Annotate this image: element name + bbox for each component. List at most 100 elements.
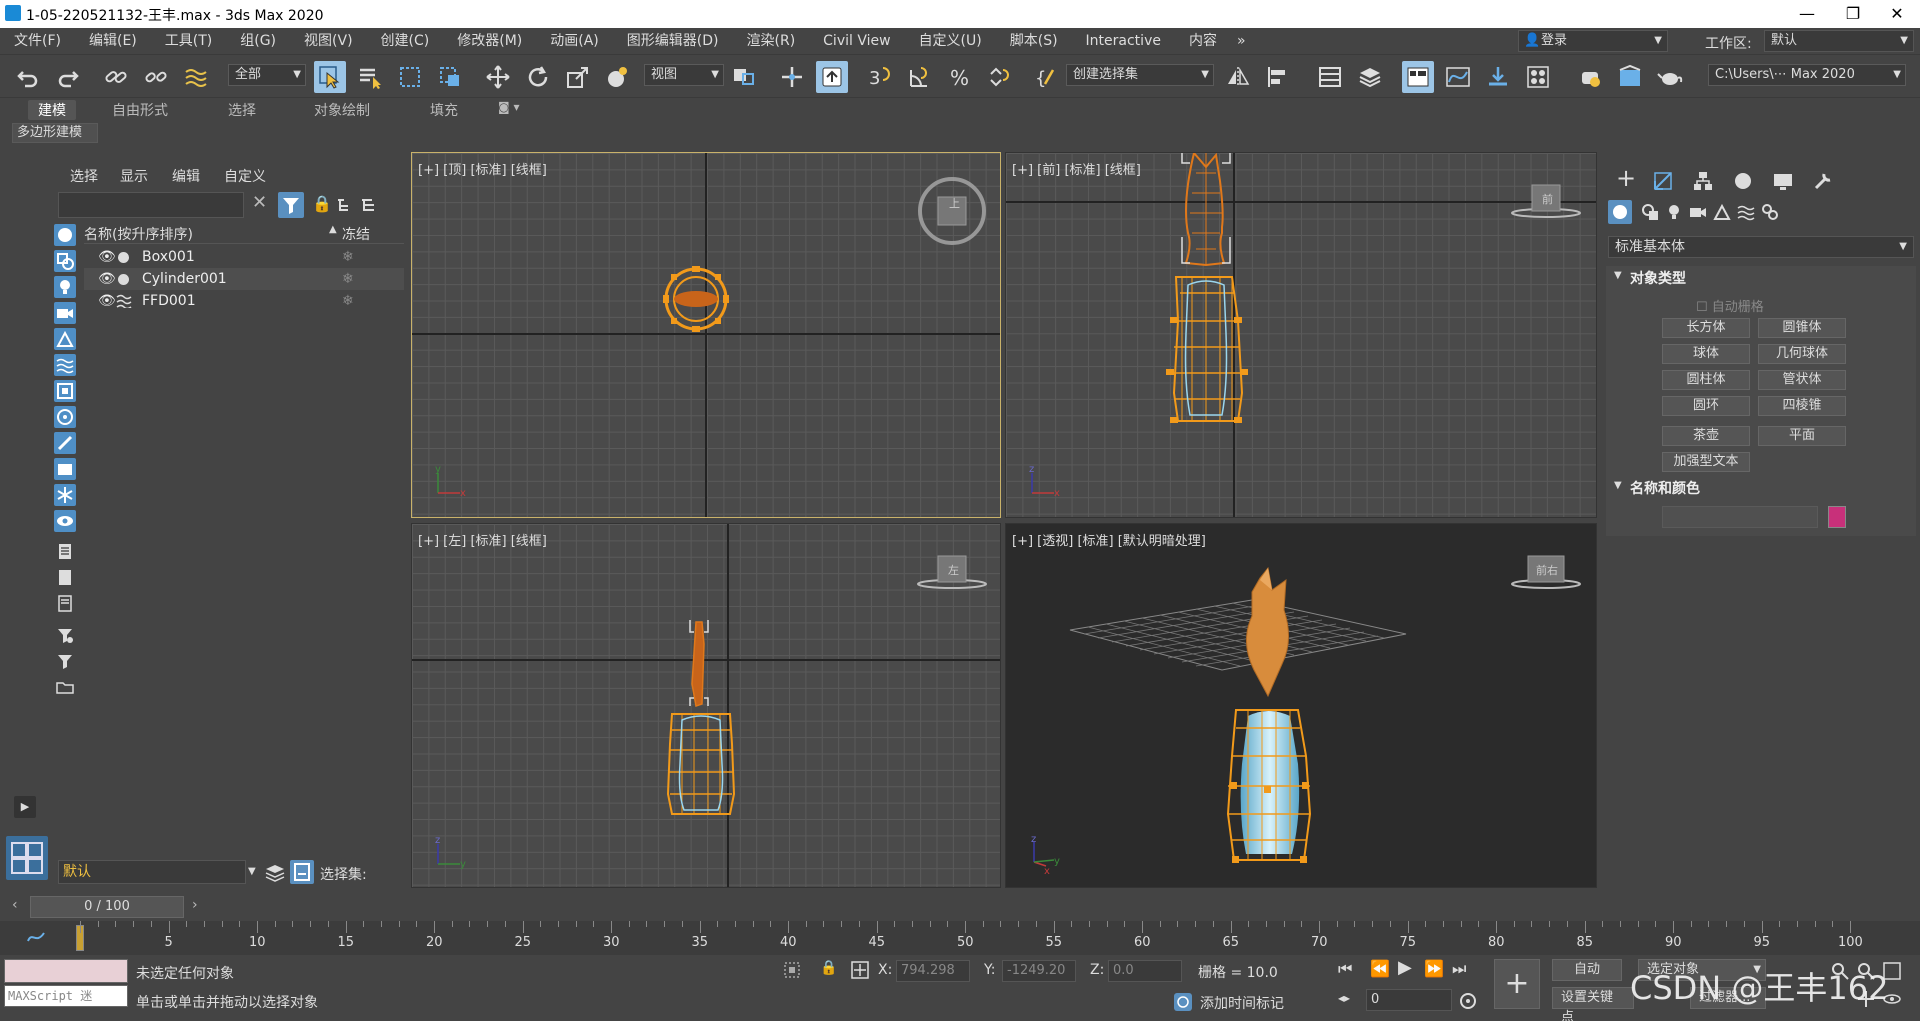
scene-explorer-toggle[interactable]: [1314, 61, 1346, 93]
helpers-category-icon[interactable]: [1712, 202, 1732, 222]
freeze-column-header[interactable]: 冻结: [342, 224, 370, 244]
lights-category-icon[interactable]: [1664, 202, 1684, 222]
object-category-dropdown[interactable]: 标准基本体 ▼: [1608, 236, 1914, 258]
filter-combo-button[interactable]: [54, 624, 76, 646]
layer-dropdown[interactable]: 默认: [58, 860, 246, 884]
tab-object-paint[interactable]: 对象绘制: [314, 100, 370, 120]
project-path-dropdown[interactable]: C:\Users\⋯ Max 2020 ▼: [1708, 64, 1906, 86]
name-column-header[interactable]: 名称(按升序排序): [84, 224, 193, 244]
render-setup-button[interactable]: [1574, 61, 1606, 93]
systems-category-icon[interactable]: [1760, 202, 1780, 222]
set-key-button[interactable]: 设置关键点: [1552, 987, 1634, 1021]
menu-animation[interactable]: 动画(A): [536, 28, 613, 54]
create-textplus-button[interactable]: 加强型文本: [1662, 452, 1750, 472]
create-teapot-button[interactable]: 茶壶: [1662, 426, 1750, 446]
display-helpers-button[interactable]: [54, 328, 76, 350]
explorer-row[interactable]: 👁 Cylinder001 ❄: [84, 268, 404, 290]
hierarchy-icon[interactable]: [336, 198, 352, 214]
next-frame-icon[interactable]: ›: [192, 897, 198, 913]
angle-snap-toggle[interactable]: [904, 61, 936, 93]
viewcube-face-label[interactable]: 前: [1542, 191, 1553, 207]
viewcube-face-label[interactable]: 左: [948, 562, 959, 578]
workspace-dropdown[interactable]: 默认 ▼: [1764, 30, 1914, 52]
close-button[interactable]: ✕: [1874, 0, 1920, 28]
selection-set-button[interactable]: [290, 860, 314, 884]
next-key-icon[interactable]: ⏩: [1424, 959, 1444, 978]
invert-display-button[interactable]: [54, 592, 76, 614]
maxscript-input[interactable]: MAXScript 迷: [4, 985, 128, 1007]
display-containers-button[interactable]: [54, 458, 76, 480]
display-geometry-button[interactable]: [54, 224, 76, 246]
folder-button[interactable]: [54, 676, 76, 698]
auto-key-button[interactable]: 自动: [1552, 959, 1622, 981]
eye-icon[interactable]: 👁: [98, 268, 116, 290]
place-button[interactable]: [602, 61, 634, 93]
z-coord-input[interactable]: 0.0: [1108, 960, 1182, 982]
ribbon-options-icon[interactable]: ◙ ▾: [498, 100, 519, 114]
select-by-name-button[interactable]: [354, 61, 386, 93]
minimize-button[interactable]: —: [1784, 0, 1830, 28]
create-tab-icon[interactable]: +: [1616, 164, 1636, 192]
object-type-title[interactable]: 对象类型: [1630, 268, 1686, 288]
explorer-row[interactable]: 👁 Box001 ❄: [84, 246, 404, 268]
chevron-down-icon[interactable]: ▼: [248, 866, 256, 877]
menu-rendering[interactable]: 渲染(R): [733, 28, 810, 54]
undo-button[interactable]: [12, 61, 44, 93]
snowflake-icon[interactable]: ❄: [342, 290, 354, 312]
render-production-button[interactable]: [1654, 61, 1686, 93]
play-icon[interactable]: ▶: [1398, 957, 1412, 978]
bind-space-warp-button[interactable]: [180, 61, 212, 93]
menu-overflow[interactable]: »: [1231, 28, 1252, 54]
object-color-swatch[interactable]: [1828, 506, 1846, 528]
create-sphere-button[interactable]: 球体: [1662, 344, 1750, 364]
menu-file[interactable]: 文件(F): [0, 28, 75, 54]
eye-icon[interactable]: 👁: [98, 246, 116, 268]
shapes-category-icon[interactable]: [1640, 202, 1660, 222]
menu-graph-editors[interactable]: 图形编辑器(D): [613, 28, 733, 54]
cameras-category-icon[interactable]: [1688, 202, 1708, 222]
key-mode-toggle-icon[interactable]: ◂▸: [1338, 991, 1350, 1005]
reference-coord-dropdown[interactable]: 视图 ▼: [644, 64, 724, 86]
tab-selection[interactable]: 选择: [228, 100, 256, 120]
viewport-front[interactable]: [+] [前] [标准] [线框] 前 zx: [1005, 152, 1597, 518]
x-coord-input[interactable]: 794.298: [896, 960, 970, 982]
time-tag-icon[interactable]: [1172, 991, 1194, 1013]
time-config-icon[interactable]: [1458, 991, 1478, 1011]
create-tube-button[interactable]: 管状体: [1758, 370, 1846, 390]
viewcube-face-label[interactable]: 前右: [1536, 562, 1558, 578]
toggle-ribbon-button[interactable]: [1402, 61, 1434, 93]
viewcube-face-label[interactable]: 上: [949, 195, 960, 211]
layer-explorer-button[interactable]: [1354, 61, 1386, 93]
move-button[interactable]: [482, 61, 514, 93]
set-key-big-button[interactable]: +: [1494, 959, 1540, 1009]
explorer-menu-customize[interactable]: 自定义: [224, 166, 266, 186]
rotate-button[interactable]: [522, 61, 554, 93]
display-lights-button[interactable]: [54, 276, 76, 298]
create-geosphere-button[interactable]: 几何球体: [1758, 344, 1846, 364]
prev-key-icon[interactable]: ⏪: [1370, 959, 1390, 978]
eye-icon[interactable]: 👁: [98, 290, 116, 312]
menu-content[interactable]: 内容: [1175, 28, 1231, 54]
display-bones-button[interactable]: [54, 432, 76, 454]
time-slider-thumb[interactable]: 0 / 100: [30, 896, 184, 918]
menu-customize[interactable]: 自定义(U): [905, 28, 996, 54]
collapse-arrow-icon[interactable]: ▼: [1614, 480, 1622, 491]
display-cameras-button[interactable]: [54, 302, 76, 324]
viewcube-compass[interactable]: [912, 171, 992, 251]
geometry-category-button[interactable]: [1608, 200, 1632, 224]
align-button[interactable]: [1262, 61, 1294, 93]
utilities-tab-icon[interactable]: [1812, 170, 1834, 192]
viewport-left[interactable]: [+] [左] [标准] [线框] 左 zy: [411, 523, 1001, 888]
viewport-layout-button[interactable]: [6, 836, 48, 880]
menu-create[interactable]: 创建(C): [367, 28, 444, 54]
prev-frame-icon[interactable]: ‹: [12, 897, 18, 913]
goto-end-icon[interactable]: ⏭: [1452, 959, 1466, 979]
absolute-mode-icon[interactable]: [850, 960, 870, 980]
schematic-view-button[interactable]: [1482, 61, 1514, 93]
login-dropdown[interactable]: 👤 登录 ▼: [1518, 30, 1668, 52]
explorer-search-input[interactable]: [58, 192, 244, 218]
region-select-button[interactable]: [394, 61, 426, 93]
rendered-frame-window-button[interactable]: [1614, 61, 1646, 93]
menu-modifiers[interactable]: 修改器(M): [443, 28, 536, 54]
named-selection-dropdown[interactable]: 创建选择集 ▼: [1066, 64, 1214, 86]
